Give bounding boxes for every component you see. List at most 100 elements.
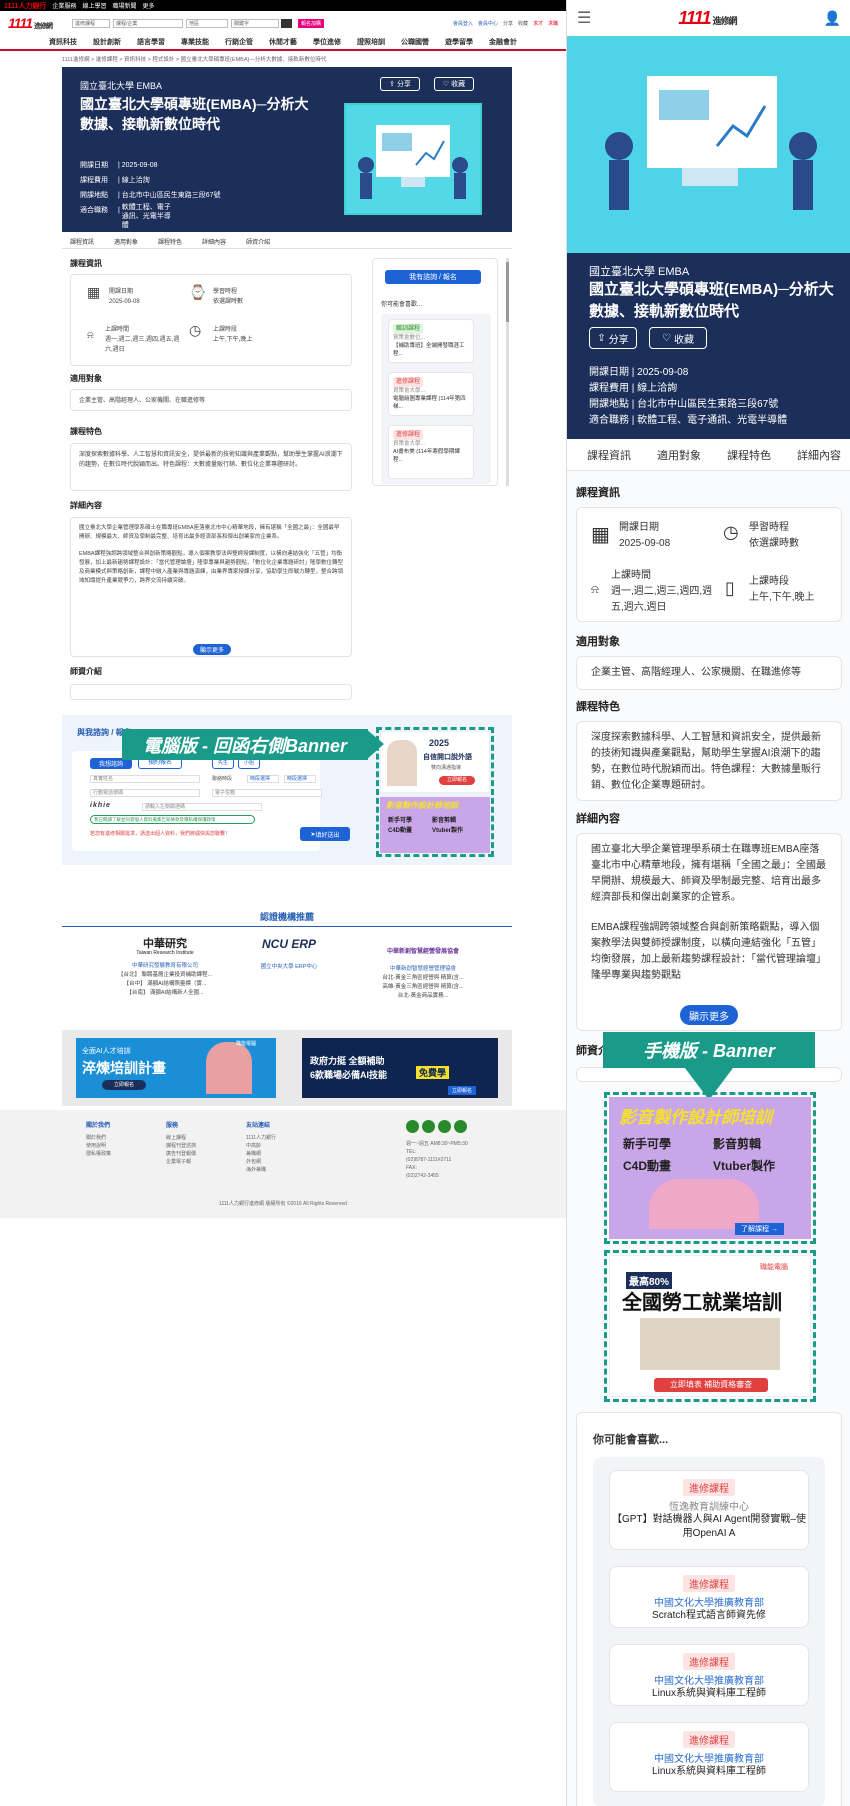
footer-link[interactable]: 課程刊登諮詢: [166, 1142, 196, 1150]
apply-button[interactable]: 我有諮詢 / 報名: [385, 270, 481, 284]
phone-input[interactable]: 行動電話號碼: [90, 789, 200, 797]
instagram-icon[interactable]: [422, 1120, 435, 1133]
captcha-input[interactable]: 請輸入左側驗證碼: [142, 803, 262, 811]
training-ad[interactable]: 全面AI人才培訓 淬煉培訓計畫 立即報名 職能電腦: [76, 1038, 276, 1098]
tab-feature[interactable]: 課程特色: [727, 447, 771, 463]
search-button[interactable]: [281, 18, 293, 28]
time-select-2[interactable]: 時段選擇: [284, 775, 316, 783]
fav-button[interactable]: ♡ 收藏: [434, 77, 474, 91]
tab-course-info[interactable]: 課程資訊: [70, 237, 94, 248]
agree-checkbox[interactable]: 我已閱讀了解並同意個人資料蒐集告知條款及隱私權保護政策: [90, 815, 255, 824]
recommend-card[interactable]: 進修課程 中國文化大學推廣教育部 Linux系統與資料庫工程師: [609, 1644, 809, 1706]
breadcrumb[interactable]: 1111進修網 > 進修課程 > 資訊科技 > 程式設計 > 國立臺北大學碩專班…: [62, 55, 326, 63]
search-input[interactable]: 關鍵字: [231, 18, 280, 28]
nav-item[interactable]: 公職國營: [401, 37, 429, 47]
share-button[interactable]: ⇪ 分享: [589, 327, 637, 349]
mobile-hero-illustration: [567, 36, 850, 253]
tab-target[interactable]: 適用對象: [114, 237, 138, 248]
cert-item[interactable]: NCU ERP 國立中央大學 ERP中心: [224, 938, 354, 972]
header-link[interactable]: 求才: [533, 20, 543, 27]
user-icon[interactable]: 👤: [824, 10, 841, 27]
document-icon: ▯: [725, 578, 735, 598]
footer-link[interactable]: 使用說明: [86, 1142, 111, 1150]
topstrip-link-2[interactable]: 企業服務: [52, 1, 76, 10]
header-link[interactable]: 會員登入: [453, 20, 473, 27]
promo-pill[interactable]: 報名加購: [298, 18, 325, 28]
footer-link[interactable]: 廣告刊登報價: [166, 1150, 196, 1158]
share-button[interactable]: ⇪ 分享: [380, 77, 420, 91]
footer-link[interactable]: 企業電子報: [166, 1158, 196, 1166]
footer-link[interactable]: 兼職網: [246, 1150, 276, 1158]
labor-training-ad[interactable]: 職能電腦 最高80% 全國勞工就業培訓 立即填表 補助資格審查: [609, 1255, 811, 1397]
fav-button[interactable]: ♡ 收藏: [649, 327, 707, 349]
mobile-view: ☰ 1111 進修網 👤 國立臺北大學 EMBA 國立臺北大學碩專班(EMBA)─…: [566, 0, 850, 1806]
show-more-button[interactable]: 顯示更多: [680, 1005, 738, 1025]
tab-feature[interactable]: 課程特色: [158, 237, 182, 248]
nav-item[interactable]: 遊學留學: [445, 37, 473, 47]
recommend-card[interactable]: 進修課程 中國文化大學推廣教育部 Linux系統與資料庫工程師: [609, 1722, 809, 1792]
footer-link[interactable]: 中高齡: [246, 1142, 276, 1150]
footer-link[interactable]: 外包網: [246, 1158, 276, 1166]
nav-item[interactable]: 設計創新: [93, 37, 121, 47]
language-ad[interactable]: 2025 自信開口說外語 雙向溝通指導 立即報名: [380, 731, 490, 793]
recommend-card[interactable]: 進修課程 資策會大學... AI畫布美 (114年寒假學期課程...: [388, 425, 474, 479]
hero-info: 開課日期 | 2025-09-08 課程費用 | 線上洽詢 開課地點 | 台北市中山區…: [80, 162, 221, 229]
show-more-button[interactable]: 顯示更多: [193, 644, 231, 655]
name-input[interactable]: 真實姓名: [90, 775, 200, 783]
topstrip-link-5[interactable]: 更多: [142, 1, 154, 10]
footer-link[interactable]: 1111人力銀行: [246, 1134, 276, 1142]
cert-item[interactable]: 中華研究 Taiwan Research Institute 中華研究發展教育有…: [100, 939, 230, 998]
hero-info: 開課日期 | 2025-09-08 課程費用 | 線上洽詢 開課地點 | 台北市…: [589, 367, 788, 426]
sidebar: 我有諮詢 / 報名 你可能會喜歡... 職訓課程 資策會數位... 【補助專班】全端…: [372, 258, 498, 486]
area-select[interactable]: 地區: [186, 18, 229, 28]
menu-icon[interactable]: ☰: [577, 8, 591, 28]
nav-item[interactable]: 語言學習: [137, 37, 165, 47]
tab-detail[interactable]: 詳細內容: [202, 237, 226, 248]
clock-icon: ◷: [723, 522, 739, 542]
cert-item[interactable]: 中華新創智慧經營發展協會 中華新創智慧經營管理協會 台北-黃金三角區經營與 精算…: [358, 940, 488, 1001]
facebook-icon[interactable]: [406, 1120, 419, 1133]
sidebar-scrollbar[interactable]: [506, 258, 509, 486]
recommend-card[interactable]: 職訓課程 資策會數位... 【補助專班】全端開發職涯工程...: [388, 319, 474, 363]
line-icon[interactable]: [454, 1120, 467, 1133]
email-input[interactable]: 電子信箱: [212, 789, 322, 797]
tab-teacher[interactable]: 師資介紹: [246, 237, 270, 248]
time-select-1[interactable]: 時段選擇: [247, 775, 279, 783]
target-heading: 適用對象: [70, 374, 102, 383]
nav-item[interactable]: 證照培訓: [357, 37, 385, 47]
footer-link[interactable]: 海外兼職: [246, 1166, 276, 1174]
nav-item[interactable]: 行銷企管: [225, 37, 253, 47]
ai-skill-ad[interactable]: 政府力挺 全額補助 6款職場必備AI技能 免費學 立即報名: [302, 1038, 498, 1098]
tab-course-info[interactable]: 課程資訊: [587, 447, 631, 463]
recommend-card[interactable]: 進修課程 中國文化大學推廣教育部 Scratch程式語言師資先修: [609, 1566, 809, 1628]
nav-item[interactable]: 專業技能: [181, 37, 209, 47]
video-ad[interactable]: 影音製作設計師培訓 新手可學 影音剪輯 C4D動畫 Vtuber製作 了解課程 …: [609, 1097, 811, 1239]
topstrip-link-1[interactable]: 1111人力銀行: [4, 1, 46, 11]
recommend-card[interactable]: 進修課程 資策會大學... 電腦繪圖專業課程 (114年第四梯...: [388, 372, 474, 416]
topstrip-link-3[interactable]: 線上學習: [82, 1, 106, 10]
footer-link[interactable]: 隱私權政策: [86, 1150, 111, 1158]
site-logo[interactable]: 1111 進修網: [8, 15, 53, 31]
header-link[interactable]: 求職: [548, 20, 558, 27]
mobile-logo[interactable]: 1111 進修網: [678, 8, 737, 29]
tab-detail[interactable]: 詳細內容: [797, 447, 841, 463]
nav-item[interactable]: 資訊科技: [49, 37, 77, 47]
topstrip-link-4[interactable]: 職場新聞: [112, 1, 136, 10]
header-link[interactable]: 會員中心: [478, 20, 498, 27]
footer-col-about: 關於我們 關於我們 使用說明 隱私權政策: [86, 1123, 112, 1158]
tab-target[interactable]: 適用對象: [657, 447, 701, 463]
type-select[interactable]: 課程/企業: [113, 18, 184, 28]
footer-link[interactable]: 關於我們: [86, 1134, 111, 1142]
nav-item[interactable]: 休閒才藝: [269, 37, 297, 47]
header-link[interactable]: 收藏: [518, 20, 528, 27]
submit-button[interactable]: ➤ 填好送出: [300, 827, 350, 841]
feature-heading: 課程特色: [70, 427, 102, 436]
nav-item[interactable]: 金融會計: [489, 37, 517, 47]
threads-icon[interactable]: [438, 1120, 451, 1133]
video-ad[interactable]: 影音製作設計師培訓 新手可學 影音剪輯 C4D動畫 Vtuber製作: [380, 797, 490, 853]
category-select[interactable]: 進修課程: [72, 18, 111, 28]
footer-link[interactable]: 線上課程: [166, 1134, 196, 1142]
nav-item[interactable]: 學位進修: [313, 37, 341, 47]
recommend-card[interactable]: 進修課程 恆逸教育訓練中心 【GPT】對話機器人與AI Agent開發實戰–使用…: [609, 1470, 809, 1550]
header-link[interactable]: 分享: [503, 20, 513, 27]
